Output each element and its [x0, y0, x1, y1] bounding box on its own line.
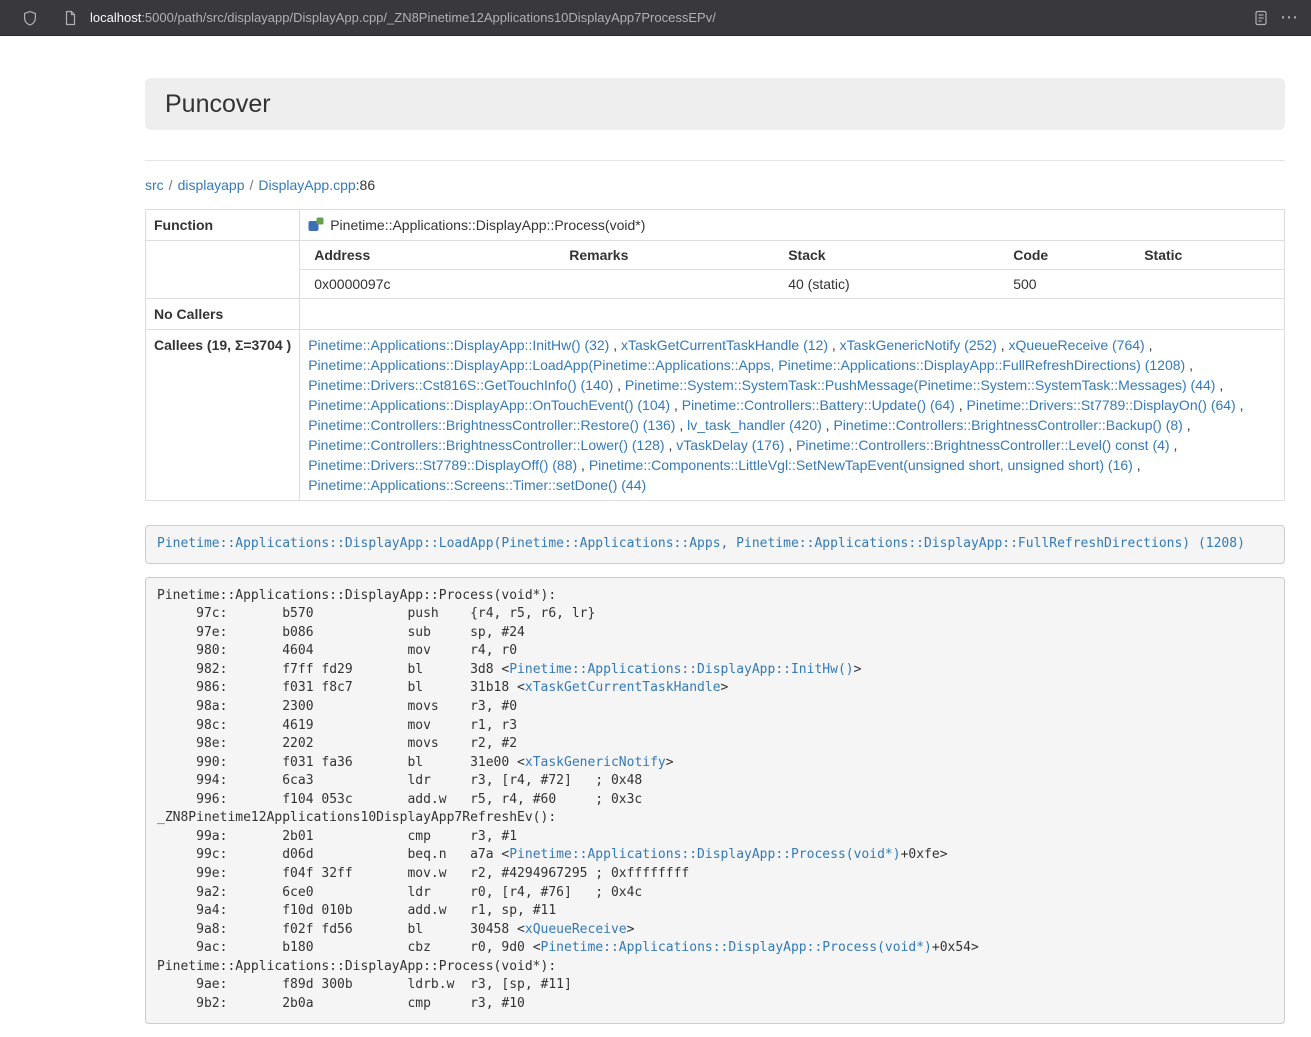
shield-icon[interactable]	[16, 4, 44, 32]
callee-separator: ,	[997, 337, 1009, 353]
callee-separator: ,	[1133, 457, 1141, 473]
callee-link[interactable]: Pinetime::Applications::DisplayApp::Init…	[308, 337, 609, 353]
callee-link[interactable]: Pinetime::Controllers::BrightnessControl…	[308, 437, 664, 453]
callees-label: Callees (19, Σ=3704 )	[146, 330, 300, 501]
callee-separator: ,	[822, 417, 834, 433]
symbol-highlight-box: Pinetime::Applications::DisplayApp::Load…	[145, 525, 1285, 564]
code-symbol-link[interactable]: Pinetime::Applications::DisplayApp::Proc…	[541, 940, 932, 955]
callee-separator: ,	[784, 437, 796, 453]
code-symbol-link[interactable]: xQueueReceive	[525, 922, 627, 937]
cell-address: 0x0000097c	[300, 270, 555, 299]
code-symbol-link[interactable]: xTaskGetCurrentTaskHandle	[525, 680, 721, 695]
callee-link[interactable]: Pinetime::Applications::DisplayApp::Load…	[308, 357, 1185, 373]
callee-link[interactable]: Pinetime::Drivers::St7789::DisplayOn() (…	[967, 397, 1236, 413]
code-symbol-link[interactable]: Pinetime::Applications::DisplayApp::Init…	[509, 662, 853, 677]
callee-separator: ,	[670, 397, 682, 413]
callee-separator: ,	[828, 337, 840, 353]
app-header: Puncover	[145, 78, 1285, 130]
highlighted-symbol-link[interactable]: Pinetime::Applications::DisplayApp::Load…	[157, 536, 1245, 551]
page-container: Puncover src/displayapp/DisplayApp.cpp:8…	[145, 36, 1285, 1024]
function-table: Function Pinetime::Applications::Display…	[145, 209, 1285, 501]
callee-separator: ,	[609, 337, 621, 353]
breadcrumb-link[interactable]: DisplayApp.cpp	[258, 177, 355, 193]
url-host: localhost	[90, 10, 141, 25]
callee-link[interactable]: Pinetime::Controllers::BrightnessControl…	[308, 417, 675, 433]
callee-link[interactable]: Pinetime::Controllers::BrightnessControl…	[833, 417, 1182, 433]
callee-link[interactable]: Pinetime::Drivers::Cst816S::GetTouchInfo…	[308, 377, 613, 393]
browser-toolbar: localhost:5000/path/src/displayapp/Displ…	[0, 0, 1311, 36]
divider	[145, 160, 1285, 161]
col-header-code: Code	[999, 241, 1130, 270]
callee-link[interactable]: vTaskDelay (176)	[676, 437, 784, 453]
page-title: Puncover	[165, 90, 271, 118]
url-bar[interactable]: localhost:5000/path/src/displayapp/Displ…	[90, 10, 1247, 25]
callee-link[interactable]: Pinetime::System::SystemTask::PushMessag…	[625, 377, 1216, 393]
callee-separator: ,	[613, 377, 625, 393]
reader-mode-icon[interactable]	[1247, 4, 1275, 32]
callees-row: Callees (19, Σ=3704 ) Pinetime::Applicat…	[146, 330, 1285, 501]
page-info-icon[interactable]	[56, 4, 84, 32]
callee-separator: ,	[577, 457, 589, 473]
no-callers-row: No Callers	[146, 299, 1285, 330]
callee-link[interactable]: Pinetime::Controllers::BrightnessControl…	[796, 437, 1169, 453]
callee-separator: ,	[1215, 377, 1223, 393]
breadcrumb-link[interactable]: src	[145, 177, 164, 193]
callee-link[interactable]: Pinetime::Applications::DisplayApp::OnTo…	[308, 397, 670, 413]
callee-separator: ,	[1145, 337, 1153, 353]
col-header-stack: Stack	[774, 241, 999, 270]
callee-link[interactable]: Pinetime::Controllers::Battery::Update()…	[682, 397, 955, 413]
col-header-remarks: Remarks	[555, 241, 774, 270]
function-row: Function Pinetime::Applications::Display…	[146, 210, 1285, 241]
code-symbol-link[interactable]: xTaskGenericNotify	[525, 755, 666, 770]
callee-separator: ,	[675, 417, 687, 433]
col-header-address: Address	[300, 241, 555, 270]
cell-stack: 40 (static)	[774, 270, 999, 299]
stats-row: Address Remarks Stack Code Static 0x0000…	[146, 241, 1285, 299]
callee-separator: ,	[955, 397, 967, 413]
code-symbol-link[interactable]: Pinetime::Applications::DisplayApp::Proc…	[509, 847, 900, 862]
cell-static	[1130, 270, 1284, 299]
cell-code: 500	[999, 270, 1130, 299]
callee-separator: ,	[1185, 357, 1193, 373]
callee-link[interactable]: Pinetime::Applications::Screens::Timer::…	[308, 477, 646, 493]
function-label: Function	[146, 210, 300, 241]
callee-separator: ,	[665, 437, 677, 453]
function-icon	[308, 217, 324, 233]
callees-list: Pinetime::Applications::DisplayApp::Init…	[300, 330, 1285, 501]
callee-link[interactable]: Pinetime::Components::LittleVgl::SetNewT…	[589, 457, 1133, 473]
breadcrumb-separator: /	[245, 177, 259, 193]
breadcrumb-separator: /	[164, 177, 178, 193]
breadcrumb-line-number: :86	[356, 177, 375, 193]
callee-separator: ,	[1170, 437, 1178, 453]
overflow-menu-icon[interactable]: ⋯	[1275, 4, 1303, 32]
disassembly-block: Pinetime::Applications::DisplayApp::Proc…	[145, 577, 1285, 1024]
col-header-static: Static	[1130, 241, 1284, 270]
no-callers-label: No Callers	[146, 299, 300, 330]
breadcrumb: src/displayapp/DisplayApp.cpp:86	[145, 175, 1285, 195]
callee-separator: ,	[1236, 397, 1244, 413]
callee-separator: ,	[1183, 417, 1191, 433]
function-stats-table: Address Remarks Stack Code Static 0x0000…	[300, 241, 1284, 298]
url-path: :5000/path/src/displayapp/DisplayApp.cpp…	[141, 10, 716, 25]
function-name: Pinetime::Applications::DisplayApp::Proc…	[330, 217, 645, 233]
callee-link[interactable]: Pinetime::Drivers::St7789::DisplayOff() …	[308, 457, 577, 473]
callee-link[interactable]: xQueueReceive (764)	[1009, 337, 1145, 353]
cell-remarks	[555, 270, 774, 299]
breadcrumb-link[interactable]: displayapp	[178, 177, 245, 193]
callee-link[interactable]: xTaskGetCurrentTaskHandle (12)	[621, 337, 828, 353]
callee-link[interactable]: lv_task_handler (420)	[687, 417, 822, 433]
callee-link[interactable]: xTaskGenericNotify (252)	[840, 337, 997, 353]
